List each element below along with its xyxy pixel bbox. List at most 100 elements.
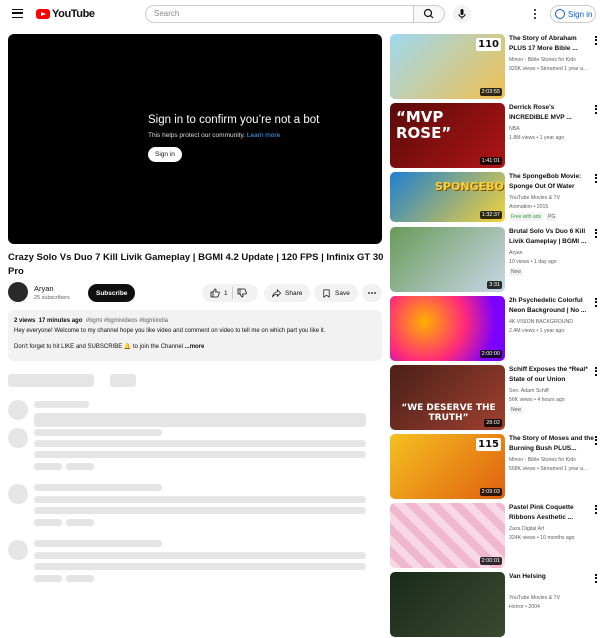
video-thumbnail[interactable]: 2:00:00 bbox=[390, 296, 505, 361]
more-icon[interactable] bbox=[595, 505, 597, 514]
youtube-logo[interactable]: YouTube bbox=[36, 8, 95, 20]
search-icon bbox=[423, 8, 434, 19]
related-video-channel[interactable]: YouTube Movies & TV bbox=[509, 194, 595, 202]
masthead: YouTube Search Sign in bbox=[0, 0, 600, 28]
more-actions-button[interactable] bbox=[362, 284, 382, 302]
related-video-title[interactable]: Brutal Solo Vs Duo 6 Kill Livik Gameplay… bbox=[509, 227, 595, 247]
related-video-card[interactable]: 115 2:09:03 The Story of Moses and the Bur… bbox=[390, 434, 600, 500]
save-button[interactable]: Save bbox=[314, 284, 358, 302]
more-icon[interactable] bbox=[595, 436, 597, 445]
video-thumbnail[interactable]: “WE DESERVE THE TRUTH” 28:02 bbox=[390, 365, 505, 430]
hashtags[interactable]: #bgmi #bgmivideos #bgmiindia bbox=[86, 318, 168, 324]
related-video-channel[interactable]: 4K VISION BACKGROUND bbox=[509, 318, 595, 326]
like-icon[interactable] bbox=[210, 288, 220, 298]
learn-more-link[interactable]: Learn more bbox=[247, 132, 280, 139]
related-video-title[interactable]: 2h Psychedelic Colorful Neon Background … bbox=[509, 296, 595, 316]
logo-text: YouTube bbox=[52, 8, 95, 20]
related-video-title[interactable]: The Story of Moses and the Burning Bush … bbox=[509, 434, 595, 454]
video-owner-row: Aryan 25 subscribers Subscribe 1 Share S… bbox=[8, 282, 384, 304]
voice-search-button[interactable] bbox=[453, 5, 471, 23]
channel-name[interactable]: Aryan bbox=[34, 284, 54, 293]
video-thumbnail[interactable]: SPONGEBOB 1:32:37 bbox=[390, 172, 505, 222]
text-skeleton bbox=[34, 413, 366, 427]
related-video-meta: 568K views • Streamed 1 year a... bbox=[509, 466, 588, 472]
related-video-card[interactable]: 2:00:01 Pastel Pink Coquette Ribbons Aest… bbox=[390, 503, 600, 569]
more-icon[interactable] bbox=[595, 298, 597, 307]
avatar-skeleton bbox=[8, 484, 28, 504]
video-thumbnail[interactable] bbox=[390, 572, 505, 637]
video-thumbnail[interactable]: 2:00:01 bbox=[390, 503, 505, 568]
thumbnail-text: 115 bbox=[476, 438, 501, 451]
video-thumbnail[interactable]: 110 2:03:55 bbox=[390, 34, 505, 99]
account-icon bbox=[555, 9, 565, 19]
share-icon bbox=[272, 288, 281, 297]
description-line-2-row: Don't forget to hit LIKE and SUBSCRIBE 🔔… bbox=[14, 342, 376, 352]
subscriber-count: 25 subscribers bbox=[34, 295, 70, 301]
text-skeleton bbox=[34, 463, 62, 470]
related-video-title[interactable]: Schiff Exposes the *Real* State of our U… bbox=[509, 365, 595, 385]
description-box[interactable]: 2 views 17 minutes ago #bgmi #bgmivideos… bbox=[8, 310, 382, 361]
subscribe-button[interactable]: Subscribe bbox=[88, 284, 136, 302]
search-button[interactable] bbox=[413, 5, 445, 23]
video-duration: 28:02 bbox=[484, 419, 502, 427]
video-duration: 2:09:03 bbox=[479, 488, 502, 496]
more-link[interactable]: ...more bbox=[185, 344, 205, 350]
dislike-icon[interactable] bbox=[237, 288, 247, 298]
video-thumbnail[interactable]: 3:31 bbox=[390, 227, 505, 292]
thumbnail-text: “MVP ROSE” bbox=[396, 108, 452, 142]
text-skeleton bbox=[66, 463, 94, 470]
related-video-card[interactable]: 110 2:03:55 The Story of Abraham PLUS 17 M… bbox=[390, 34, 600, 100]
related-video-channel[interactable]: YouTube Movies & TV bbox=[509, 594, 595, 602]
text-skeleton bbox=[34, 519, 62, 526]
bot-check-message: Sign in to confirm you’re not a bot This… bbox=[148, 114, 319, 162]
share-button[interactable]: Share bbox=[264, 284, 311, 302]
bot-check-title: Sign in to confirm you’re not a bot bbox=[148, 114, 320, 126]
video-player[interactable]: Sign in to confirm you’re not a bot This… bbox=[8, 34, 382, 244]
more-icon[interactable] bbox=[595, 574, 597, 583]
video-duration: 1:32:37 bbox=[479, 211, 502, 219]
like-count: 1 bbox=[224, 289, 228, 297]
avatar-skeleton bbox=[8, 540, 28, 560]
text-skeleton bbox=[34, 575, 62, 582]
thumbnail-text: 110 bbox=[476, 38, 501, 51]
more-horizontal-icon bbox=[368, 292, 376, 294]
related-video-card[interactable]: 3:31 Brutal Solo Vs Duo 6 Kill Livik Game… bbox=[390, 227, 600, 293]
bot-check-text: This helps protect our community. bbox=[148, 132, 246, 139]
related-video-title[interactable]: The Story of Abraham PLUS 17 More Bible … bbox=[509, 34, 595, 54]
video-thumbnail[interactable]: “MVP ROSE” 1:41:01 bbox=[390, 103, 505, 168]
more-icon[interactable] bbox=[595, 367, 597, 376]
related-video-card[interactable]: “MVP ROSE” 1:41:01 Derrick Rose's INCREDIB… bbox=[390, 103, 600, 169]
sign-in-button[interactable]: Sign in bbox=[550, 5, 596, 23]
more-icon[interactable] bbox=[595, 174, 597, 183]
related-video-meta: Horror • 2004 bbox=[509, 604, 540, 610]
related-video-channel[interactable]: NBA bbox=[509, 125, 595, 133]
related-video-channel[interactable]: Minno - Bible Stories for Kids bbox=[509, 56, 595, 64]
channel-avatar[interactable] bbox=[8, 282, 28, 302]
related-video-channel[interactable]: Aryan bbox=[509, 249, 595, 257]
more-icon[interactable] bbox=[595, 36, 597, 45]
more-icon[interactable] bbox=[533, 8, 537, 20]
search-input[interactable]: Search bbox=[145, 5, 414, 23]
related-video-channel[interactable]: Minno - Bible Stories for Kids bbox=[509, 456, 595, 464]
more-icon[interactable] bbox=[595, 229, 597, 238]
player-sign-in-button[interactable]: Sign in bbox=[148, 147, 182, 162]
related-video-title[interactable]: The SpongeBob Movie: Sponge Out Of Water bbox=[509, 172, 595, 192]
text-skeleton bbox=[34, 484, 162, 491]
related-video-meta: 920K views • Streamed 1 year a... bbox=[509, 66, 588, 72]
related-video-channel[interactable]: Sen. Adam Schiff bbox=[509, 387, 595, 395]
video-badge: New bbox=[509, 268, 524, 276]
related-video-title[interactable]: Pastel Pink Coquette Ribbons Aesthetic .… bbox=[509, 503, 595, 523]
related-video-card[interactable]: Van Helsing YouTube Movies & TV Horror • 2… bbox=[390, 572, 600, 638]
related-video-card[interactable]: “WE DESERVE THE TRUTH” 28:02 Schiff Expose… bbox=[390, 365, 600, 431]
related-video-title[interactable]: Van Helsing bbox=[509, 572, 595, 582]
related-video-channel[interactable]: Zaza Digital Art bbox=[509, 525, 595, 533]
related-video-title[interactable]: Derrick Rose's INCREDIBLE MVP ... bbox=[509, 103, 595, 123]
related-video-card[interactable]: 2:00:00 2h Psychedelic Colorful Neon Back… bbox=[390, 296, 600, 362]
menu-icon[interactable] bbox=[12, 9, 23, 18]
mic-icon bbox=[458, 9, 466, 19]
video-duration: 2:00:01 bbox=[479, 557, 502, 565]
view-count: 2 views bbox=[14, 318, 36, 324]
video-badge: PG bbox=[546, 213, 558, 221]
video-thumbnail[interactable]: 115 2:09:03 bbox=[390, 434, 505, 499]
more-icon[interactable] bbox=[595, 105, 597, 114]
